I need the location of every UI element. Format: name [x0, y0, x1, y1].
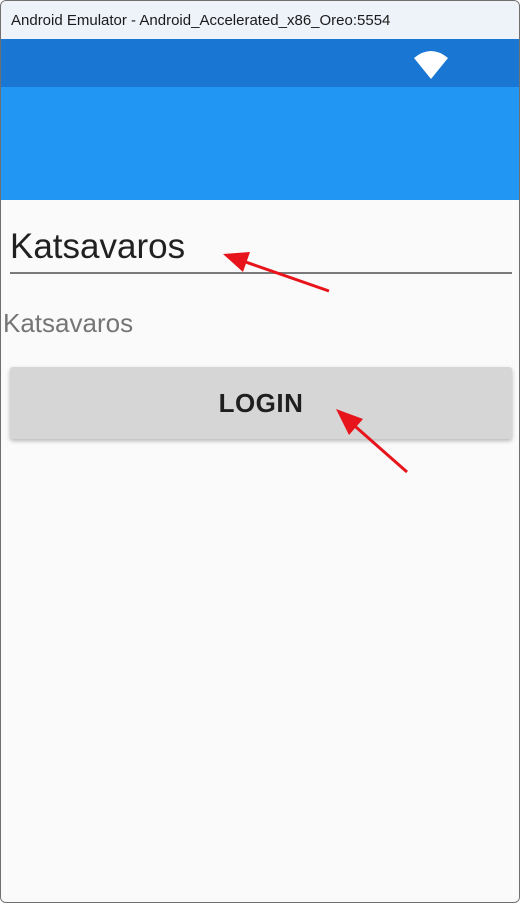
app-toolbar	[1, 87, 519, 200]
window-title: Android Emulator - Android_Accelerated_x…	[11, 11, 391, 29]
login-button[interactable]: LOGIN	[10, 367, 512, 439]
echo-label: Katsavaros	[3, 308, 134, 338]
page-content: Katsavaros LOGIN	[1, 200, 519, 902]
wifi-icon	[414, 51, 448, 79]
emulator-window: Android Emulator - Android_Accelerated_x…	[0, 0, 520, 903]
window-titlebar[interactable]: Android Emulator - Android_Accelerated_x…	[1, 1, 519, 39]
name-entry-field[interactable]	[10, 222, 512, 274]
